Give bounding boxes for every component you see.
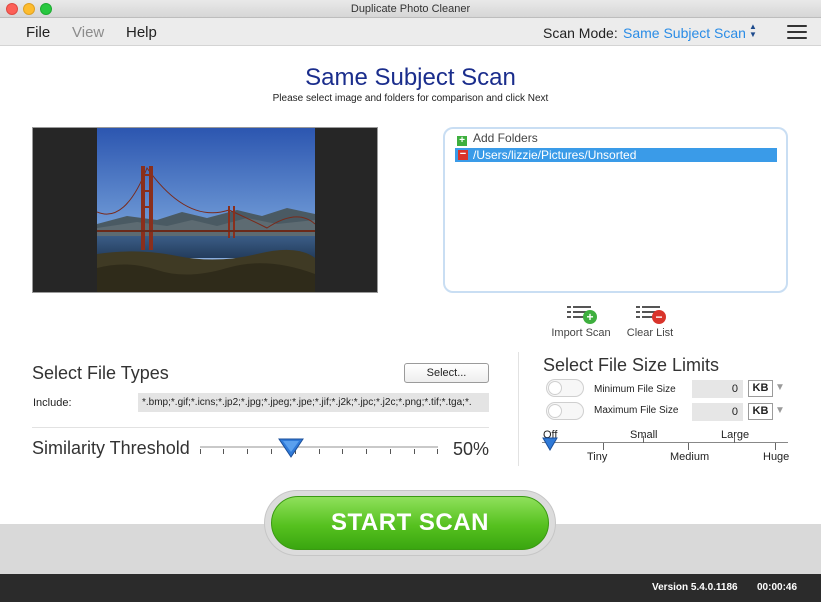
size-scale-large[interactable]: Large (721, 429, 749, 441)
golden-gate-bridge-photo (97, 128, 315, 292)
title-bar: Duplicate Photo Cleaner (0, 0, 821, 18)
image-preview[interactable] (32, 127, 378, 293)
max-size-label: Maximum File Size (594, 405, 679, 416)
max-size-toggle[interactable] (546, 402, 584, 420)
similarity-slider-thumb[interactable] (278, 438, 304, 458)
size-tick (734, 436, 735, 443)
menu-file[interactable]: File (26, 24, 50, 41)
size-scale-huge[interactable]: Huge (763, 451, 789, 463)
include-extensions-field[interactable]: *.bmp;*.gif;*.icns;*.jp2;*.jpg;*.jpeg;*.… (138, 393, 489, 412)
size-tick (603, 443, 604, 450)
page-subtitle: Please select image and folders for comp… (272, 93, 549, 104)
status-bar: Version 5.4.0.1186 00:00:46 (0, 574, 821, 602)
slider-tick (271, 449, 272, 454)
slider-tick (437, 449, 438, 454)
file-types-title: Select File Types (32, 363, 169, 383)
remove-folder-icon[interactable]: − (458, 149, 468, 160)
slider-tick (414, 449, 415, 454)
size-scale-tiny[interactable]: Tiny (587, 451, 607, 463)
dropdown-triangle-icon[interactable]: ▼ (775, 382, 785, 393)
size-scale-medium[interactable]: Medium (670, 451, 709, 463)
start-scan-button[interactable]: START SCAN (271, 496, 549, 550)
vertical-divider (518, 352, 519, 466)
max-size-unit-select[interactable]: KB (748, 403, 773, 420)
page-title: Same Subject Scan (305, 64, 516, 91)
min-size-label: Minimum File Size (594, 384, 676, 395)
plus-icon: + (457, 136, 467, 146)
size-slider-thumb[interactable] (542, 437, 558, 451)
slider-tick (200, 449, 201, 454)
size-tick (775, 443, 776, 450)
dropdown-triangle-icon[interactable]: ▼ (775, 405, 785, 416)
hamburger-menu-icon[interactable] (787, 25, 807, 40)
folder-path: /Users/lizzie/Pictures/Unsorted (473, 148, 637, 162)
clear-list-button[interactable]: − Clear List (622, 304, 678, 339)
max-size-field[interactable]: 0 (692, 403, 743, 421)
window-title: Duplicate Photo Cleaner (350, 3, 471, 15)
add-folders-button[interactable]: + Add Folders (457, 131, 538, 146)
version-label: Version 5.4.0.1186 (652, 582, 738, 593)
import-scan-button[interactable]: + Import Scan (550, 304, 612, 339)
scan-mode-select[interactable]: Same Subject Scan (623, 25, 746, 41)
elapsed-time: 00:00:46 (757, 582, 798, 593)
size-limits-title: Select File Size Limits (543, 355, 720, 375)
size-tick (643, 436, 644, 443)
slider-tick (366, 449, 367, 454)
toggle-knob (548, 381, 562, 395)
size-tick (688, 443, 689, 450)
min-size-unit-select[interactable]: KB (748, 380, 773, 397)
import-scan-label: Import Scan (551, 327, 611, 339)
toggle-knob (548, 404, 562, 418)
similarity-value: 50% (453, 439, 490, 459)
min-size-field[interactable]: 0 (692, 380, 743, 398)
slider-tick (342, 449, 343, 454)
menu-bar: File View Help Scan Mode: Same Subject S… (0, 18, 821, 46)
include-label: Include: (33, 397, 72, 409)
clear-list-icon: − (634, 304, 666, 324)
select-file-types-button[interactable]: Select... (404, 363, 489, 383)
folder-list[interactable]: + Add Folders − /Users/lizzie/Pictures/Un… (443, 127, 788, 293)
folder-list-item[interactable]: − /Users/lizzie/Pictures/Unsorted (455, 148, 777, 162)
slider-tick (390, 449, 391, 454)
clear-list-label: Clear List (626, 327, 674, 339)
scan-mode-label: Scan Mode: (543, 25, 618, 41)
menu-help[interactable]: Help (126, 24, 157, 41)
similarity-title: Similarity Threshold (32, 438, 190, 458)
updown-chevron-icon[interactable]: ▲ ▼ (749, 23, 757, 39)
add-folders-label: Add Folders (473, 131, 538, 145)
min-size-toggle[interactable] (546, 379, 584, 397)
slider-tick (319, 449, 320, 454)
size-limit-slider[interactable] (542, 442, 788, 443)
slider-tick (247, 449, 248, 454)
divider (32, 427, 489, 428)
similarity-slider-track[interactable] (200, 446, 438, 448)
menu-view[interactable]: View (72, 24, 104, 41)
slider-tick (223, 449, 224, 454)
start-scan-frame: START SCAN (264, 490, 556, 556)
import-list-icon: + (565, 304, 597, 324)
